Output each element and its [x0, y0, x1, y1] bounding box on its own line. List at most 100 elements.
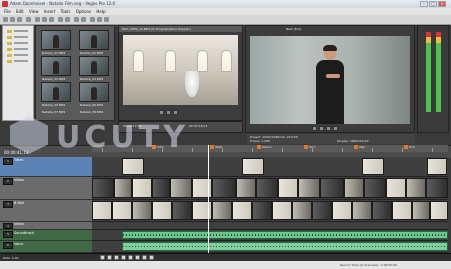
record-button[interactable]	[100, 255, 105, 260]
menu-help[interactable]: Help	[96, 8, 105, 15]
video-clip[interactable]	[320, 178, 344, 198]
video-clip[interactable]	[170, 178, 192, 198]
go-to-start-button[interactable]	[142, 255, 147, 260]
tree-item[interactable]	[14, 30, 28, 32]
undo-icon[interactable]	[58, 17, 63, 22]
trimmer-loop-button[interactable]	[173, 110, 178, 115]
media-thumbnail[interactable]	[41, 56, 71, 76]
video-clip[interactable]	[122, 158, 144, 175]
timeline-playhead[interactable]	[208, 145, 209, 253]
timeline-marker[interactable]	[404, 145, 408, 149]
video-clip[interactable]	[372, 201, 392, 220]
menu-view[interactable]: View	[29, 8, 39, 15]
close-button[interactable]: ×	[438, 1, 446, 7]
paste-icon[interactable]	[49, 17, 54, 22]
video-clip[interactable]	[427, 158, 447, 175]
video-clip[interactable]	[292, 201, 312, 220]
snap-icon[interactable]	[74, 17, 79, 22]
video-clip[interactable]	[312, 201, 332, 220]
track-header[interactable]: 4 Video	[0, 222, 92, 230]
envelope-tool-icon[interactable]	[97, 17, 102, 22]
video-clip[interactable]	[92, 178, 114, 198]
pause-button[interactable]	[128, 255, 133, 260]
media-thumbnail[interactable]	[79, 82, 109, 102]
video-clip[interactable]	[212, 178, 236, 198]
minimize-button[interactable]: –	[420, 1, 428, 7]
video-clip[interactable]	[272, 201, 292, 220]
open-icon[interactable]	[10, 17, 15, 22]
trimmer-stop-button[interactable]	[166, 110, 171, 115]
video-clip[interactable]	[406, 178, 426, 198]
video-clip[interactable]	[298, 178, 320, 198]
video-clip[interactable]	[364, 178, 386, 198]
track-lane[interactable]	[92, 230, 448, 241]
video-clip[interactable]	[392, 201, 412, 220]
track-lane[interactable]	[92, 157, 448, 177]
trimmer-window[interactable]: DSC_0029_12.MP4 [In Progress|Save Sessio…	[118, 25, 243, 121]
menu-edit[interactable]: Edit	[16, 8, 24, 15]
track-lane[interactable]	[92, 222, 448, 230]
play-button[interactable]	[121, 255, 126, 260]
video-clip[interactable]	[256, 178, 278, 198]
track-lane[interactable]	[92, 200, 448, 222]
autoripple-icon[interactable]	[81, 17, 86, 22]
stop-button[interactable]	[135, 255, 140, 260]
video-clip[interactable]	[192, 201, 212, 220]
track-lane[interactable]	[92, 177, 448, 200]
audio-clip[interactable]	[122, 231, 448, 239]
menu-insert[interactable]: Insert	[44, 8, 55, 15]
video-clip[interactable]	[212, 201, 232, 220]
video-clip[interactable]	[92, 201, 112, 220]
menu-options[interactable]: Options	[76, 8, 91, 15]
video-clip[interactable]	[430, 201, 448, 220]
track-header[interactable]: 6 Voice	[0, 241, 92, 253]
video-clip[interactable]	[344, 178, 364, 198]
preview-quality-select[interactable]: Best (Full)	[286, 27, 301, 31]
video-clip[interactable]	[172, 201, 192, 220]
edit-tool-icon[interactable]	[90, 17, 95, 22]
save-icon[interactable]	[17, 17, 22, 22]
video-clip[interactable]	[236, 178, 256, 198]
video-clip[interactable]	[112, 201, 132, 220]
cut-icon[interactable]	[35, 17, 40, 22]
track-lane[interactable]	[92, 241, 448, 253]
trimmer-play-button[interactable]	[159, 110, 164, 115]
video-clip[interactable]	[114, 178, 132, 198]
video-clip[interactable]	[332, 201, 352, 220]
video-clip[interactable]	[152, 178, 170, 198]
video-clip[interactable]	[362, 158, 384, 175]
video-clip[interactable]	[412, 201, 430, 220]
media-thumbnail[interactable]	[41, 82, 71, 102]
menu-file[interactable]: File	[4, 8, 11, 15]
media-thumbnail[interactable]	[79, 30, 109, 50]
video-clip[interactable]	[426, 178, 448, 198]
tree-item[interactable]	[14, 42, 28, 44]
video-clip[interactable]	[232, 201, 252, 220]
timeline-marker[interactable]	[354, 145, 358, 149]
explorer-tree[interactable]	[2, 25, 34, 121]
media-thumbnail[interactable]	[79, 56, 109, 76]
video-clip[interactable]	[132, 201, 152, 220]
project-media-panel[interactable]: Natalie_01.MP4 Natalie_02.MP4 Natalie_03…	[35, 25, 115, 121]
track-header[interactable]: 2 Video	[0, 177, 92, 200]
redo-icon[interactable]	[65, 17, 70, 22]
menu-tools[interactable]: Tools	[61, 8, 71, 15]
video-clip[interactable]	[352, 201, 372, 220]
tree-item[interactable]	[14, 54, 28, 56]
tree-item[interactable]	[14, 36, 28, 38]
tree-item[interactable]	[14, 60, 28, 62]
video-clip[interactable]	[242, 158, 264, 175]
loop-button[interactable]	[107, 255, 112, 260]
video-clip[interactable]	[278, 178, 298, 198]
play-from-start-button[interactable]	[114, 255, 119, 260]
video-clip[interactable]	[252, 201, 272, 220]
track-header[interactable]: 1 Titles	[0, 157, 92, 177]
video-clip[interactable]	[152, 201, 172, 220]
video-clip[interactable]	[386, 178, 406, 198]
media-thumbnail[interactable]	[41, 30, 71, 50]
maximize-button[interactable]: □	[429, 1, 437, 7]
copy-icon[interactable]	[42, 17, 47, 22]
zoom-tool-icon[interactable]	[104, 17, 109, 22]
video-clip[interactable]	[132, 178, 152, 198]
video-clip[interactable]	[192, 178, 212, 198]
